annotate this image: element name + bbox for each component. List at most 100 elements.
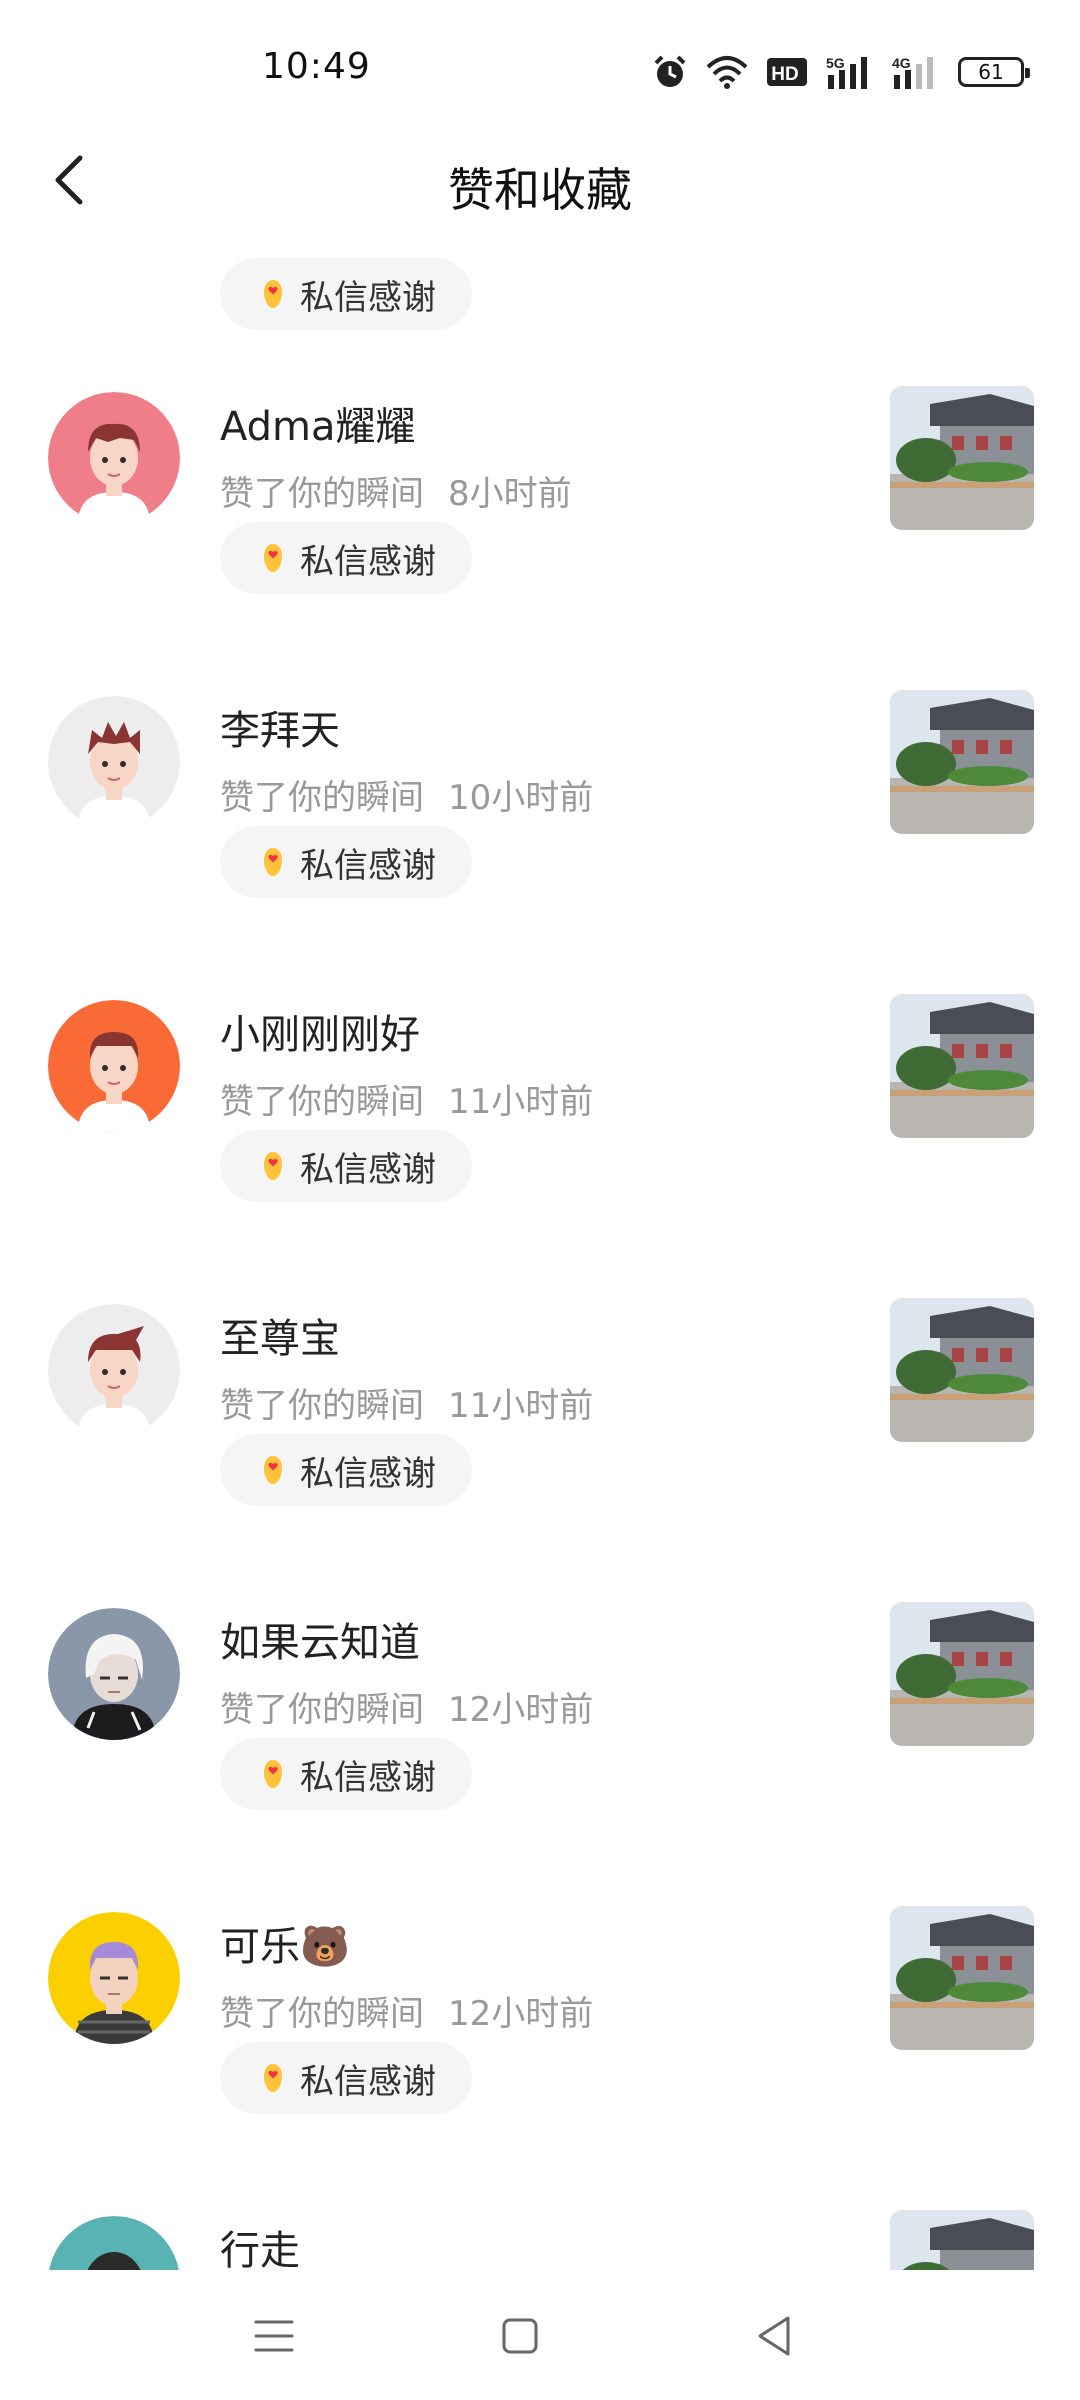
list-item[interactable]: 如果云知道 赞了你的瞬间 12小时前 私信感谢 (0, 1584, 1080, 1888)
heart-gesture-icon (264, 1152, 282, 1180)
system-back-button[interactable] (746, 2308, 802, 2364)
heart-gesture-icon (264, 848, 282, 876)
thank-message-button[interactable]: 私信感谢 (220, 1434, 472, 1506)
moment-thumbnail[interactable] (890, 994, 1034, 1138)
list-item[interactable]: 小刚刚刚好 赞了你的瞬间 11小时前 私信感谢 (0, 976, 1080, 1280)
avatar-illustration (48, 1304, 180, 1436)
action-text: 赞了你的瞬间 (220, 1386, 424, 1426)
moment-thumbnail[interactable] (890, 690, 1034, 834)
avatar-illustration (48, 1608, 180, 1740)
thank-message-button[interactable]: 私信感谢 (220, 258, 472, 330)
heart-gesture-icon (264, 544, 282, 572)
back-icon (758, 2316, 790, 2356)
avatar[interactable] (48, 1000, 180, 1132)
avatar[interactable] (48, 392, 180, 524)
user-name[interactable]: 行走 (220, 2218, 300, 2270)
action-line: 赞了你的瞬间 8小时前 (220, 466, 572, 515)
thank-message-label: 私信感谢 (300, 277, 436, 318)
timestamp: 8小时前 (448, 474, 572, 514)
house-photo (890, 690, 1034, 834)
moment-thumbnail[interactable] (890, 1298, 1034, 1442)
user-name[interactable]: 小刚刚刚好 (220, 1002, 420, 1060)
user-name[interactable]: Adma耀耀 (220, 394, 416, 452)
recent-apps-button[interactable] (246, 2308, 302, 2364)
action-text: 赞了你的瞬间 (220, 1690, 424, 1730)
thank-message-label: 私信感谢 (300, 1453, 436, 1494)
moment-thumbnail[interactable] (890, 2210, 1034, 2270)
house-photo (890, 1602, 1034, 1746)
navigation-bar (0, 2270, 1080, 2400)
heart-gesture-icon (264, 280, 282, 308)
action-text: 赞了你的瞬间 (220, 474, 424, 514)
notification-list[interactable]: 私信感谢 Adma耀耀 赞了你的瞬间 8小时前 私信感谢 李拜天 赞了你的瞬间 … (0, 240, 1080, 2270)
action-line: 赞了你的瞬间 12小时前 (220, 1682, 593, 1731)
action-text: 赞了你的瞬间 (220, 1082, 424, 1122)
thank-message-button[interactable]: 私信感谢 (220, 826, 472, 898)
moment-thumbnail[interactable] (890, 1602, 1034, 1746)
signal-4g-icon: 4G (892, 55, 933, 89)
thank-message-label: 私信感谢 (300, 845, 436, 886)
list-item-partial-top: 私信感谢 (0, 240, 1080, 368)
list-item[interactable]: 李拜天 赞了你的瞬间 10小时前 私信感谢 (0, 672, 1080, 976)
action-line: 赞了你的瞬间 11小时前 (220, 1074, 593, 1123)
net-5g-text: 5G (826, 55, 845, 71)
house-photo (890, 1906, 1034, 2050)
heart-gesture-icon (264, 1456, 282, 1484)
timestamp: 11小时前 (448, 1386, 594, 1426)
avatar-illustration (48, 392, 180, 524)
thank-message-label: 私信感谢 (300, 2061, 436, 2102)
thank-message-button[interactable]: 私信感谢 (220, 1738, 472, 1810)
list-item[interactable]: 至尊宝 赞了你的瞬间 11小时前 私信感谢 (0, 1280, 1080, 1584)
house-photo (890, 1298, 1034, 1442)
avatar-illustration (49, 2216, 179, 2270)
menu-icon (254, 2320, 294, 2352)
status-time: 10:49 (262, 46, 371, 87)
thank-message-button[interactable]: 私信感谢 (220, 1130, 472, 1202)
battery-level: 61 (978, 60, 1004, 84)
action-line: 赞了你的瞬间 12小时前 (220, 1986, 593, 2035)
wifi-icon (706, 56, 748, 89)
list-item[interactable]: 行走 (0, 2192, 1080, 2270)
thank-message-button[interactable]: 私信感谢 (220, 522, 472, 594)
avatar[interactable] (48, 1304, 180, 1436)
avatar[interactable] (48, 1608, 180, 1740)
hd-text: HD (771, 64, 798, 85)
house-photo (890, 386, 1034, 530)
user-name[interactable]: 可乐🐻 (220, 1914, 350, 1972)
title-bar: 赞和收藏 (0, 130, 1080, 240)
timestamp: 10小时前 (448, 778, 594, 818)
thank-message-label: 私信感谢 (300, 541, 436, 582)
avatar-illustration (48, 1000, 180, 1132)
home-icon (502, 2318, 538, 2354)
user-name[interactable]: 至尊宝 (220, 1306, 340, 1364)
heart-gesture-icon (264, 2064, 282, 2092)
home-button[interactable] (492, 2308, 548, 2364)
avatar[interactable] (48, 696, 180, 828)
user-name[interactable]: 如果云知道 (220, 1610, 420, 1668)
heart-gesture-icon (264, 1760, 282, 1788)
list-item[interactable]: 可乐🐻 赞了你的瞬间 12小时前 私信感谢 (0, 1888, 1080, 2192)
timestamp: 11小时前 (448, 1082, 594, 1122)
list-item[interactable]: Adma耀耀 赞了你的瞬间 8小时前 私信感谢 (0, 368, 1080, 672)
avatar[interactable] (48, 2216, 180, 2270)
page-title: 赞和收藏 (448, 163, 632, 217)
alarm-icon (654, 55, 686, 87)
hd-icon: HD (767, 58, 807, 86)
battery-icon: 61 (958, 57, 1030, 87)
thank-message-label: 私信感谢 (300, 1757, 436, 1798)
action-text: 赞了你的瞬间 (220, 1994, 424, 2034)
action-text: 赞了你的瞬间 (220, 778, 424, 818)
avatar-illustration (48, 1912, 180, 2044)
user-name[interactable]: 李拜天 (220, 698, 340, 756)
moment-thumbnail[interactable] (890, 386, 1034, 530)
thank-message-button[interactable]: 私信感谢 (220, 2042, 472, 2114)
status-icons: HD 5G 4G 61 (652, 50, 1030, 94)
net-4g-text: 4G (892, 55, 911, 71)
timestamp: 12小时前 (448, 1690, 594, 1730)
thank-message-label: 私信感谢 (300, 1149, 436, 1190)
avatar[interactable] (48, 1912, 180, 2044)
action-line: 赞了你的瞬间 11小时前 (220, 1378, 593, 1427)
timestamp: 12小时前 (448, 1994, 594, 2034)
moment-thumbnail[interactable] (890, 1906, 1034, 2050)
house-photo (890, 994, 1034, 1138)
